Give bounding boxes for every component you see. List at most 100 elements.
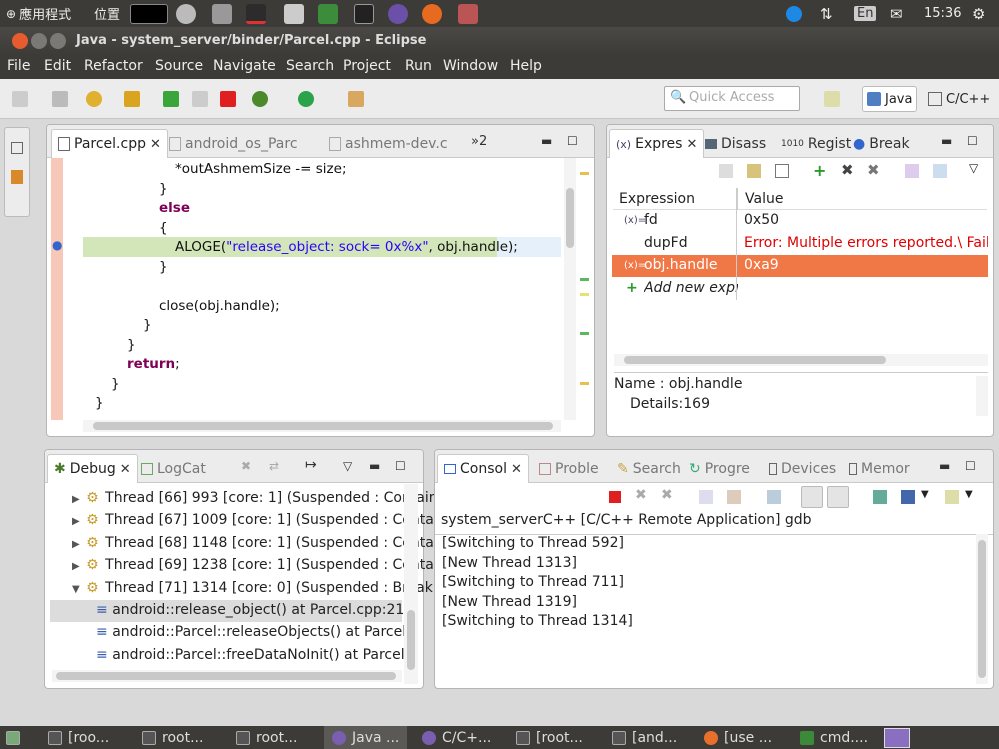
maximize-icon[interactable]: ☐	[967, 134, 978, 148]
overview-marker[interactable]	[580, 278, 589, 281]
mail-icon[interactable]: ✉	[890, 0, 903, 27]
menu-file[interactable]: File	[7, 58, 30, 74]
overview-marker[interactable]	[580, 382, 589, 385]
overview-marker[interactable]	[580, 332, 589, 335]
menu-refactor[interactable]: Refactor	[84, 58, 143, 74]
resume-icon[interactable]	[163, 91, 179, 107]
stack-frame-row[interactable]: ≡ android::Parcel::freeDataNoInit() at P…	[96, 647, 417, 669]
menu-edit[interactable]: Edit	[44, 58, 71, 74]
thread-row[interactable]: ▶ ⚙ Thread [66] 993 [core: 1] (Suspended…	[72, 490, 438, 512]
collapse-all-icon[interactable]	[775, 164, 789, 178]
workspace-switcher[interactable]	[884, 726, 910, 749]
close-tab-icon[interactable]: ✕	[511, 462, 522, 477]
scroll-thumb[interactable]	[93, 422, 553, 430]
dropdown-arrow-icon[interactable]: ▼	[965, 489, 973, 500]
tools-launcher-icon[interactable]	[212, 0, 232, 27]
menu-search[interactable]: Search	[286, 58, 334, 74]
thread-row[interactable]: ▶ ⚙ Thread [69] 1238 [core: 1] (Suspende…	[72, 557, 438, 579]
scroll-thumb[interactable]	[978, 540, 986, 678]
open-perspective-icon[interactable]	[824, 91, 840, 107]
expression-row-obj-handle[interactable]: (x)= obj.handle 0xa9	[612, 255, 988, 277]
terminate-icon[interactable]	[220, 91, 236, 107]
view-menu-icon[interactable]: ▽	[969, 161, 978, 175]
minimize-icon[interactable]: ▬	[939, 459, 950, 473]
calculator-launcher-icon[interactable]	[284, 0, 304, 27]
tab-breakpoints[interactable]: ● Break	[847, 129, 916, 158]
tab-overflow-indicator[interactable]: »2	[471, 134, 487, 149]
clock[interactable]: 15:36	[924, 0, 961, 27]
close-tab-icon[interactable]: ✕	[150, 137, 161, 152]
tab-disassembly[interactable]: Disass	[699, 129, 772, 158]
suspend-icon[interactable]	[192, 91, 208, 107]
clear-console-icon[interactable]	[699, 490, 713, 504]
thread-row[interactable]: ▶ ⚙ Thread [67] 1009 [core: 1] (Suspende…	[72, 512, 438, 534]
taskbar-window[interactable]: [and...	[612, 726, 677, 749]
menu-project[interactable]: Project	[343, 58, 391, 74]
menu-help[interactable]: Help	[510, 58, 542, 74]
quick-access-input[interactable]: 🔍 Quick Access	[664, 86, 800, 111]
stack-frame-row[interactable]: ≡ android::release_object() at Parcel.cp…	[96, 602, 413, 624]
export-icon[interactable]	[933, 164, 947, 178]
tab-expressions[interactable]: (x) Expres ✕	[609, 129, 705, 158]
overview-marker[interactable]	[580, 293, 589, 296]
maximize-icon[interactable]: ☐	[567, 134, 578, 148]
remove-all-terminated-icon[interactable]: ✖	[661, 487, 673, 503]
view-menu-icon[interactable]: ▽	[343, 459, 352, 473]
column-value-header[interactable]: Value	[745, 191, 783, 207]
scroll-thumb[interactable]	[56, 672, 396, 680]
terminal-launcher-icon[interactable]	[130, 0, 168, 27]
minimize-icon[interactable]: ▬	[541, 134, 552, 148]
minimize-icon[interactable]: ▬	[369, 459, 380, 473]
restore-view-icon[interactable]	[11, 142, 23, 154]
pin-console-icon[interactable]	[873, 490, 887, 504]
breakpoint-icon[interactable]: ●	[52, 238, 62, 252]
show-console-stdout-icon[interactable]	[801, 486, 823, 508]
run-icon[interactable]	[298, 91, 314, 107]
scroll-thumb[interactable]	[566, 188, 574, 248]
column-divider[interactable]	[737, 188, 738, 210]
tab-debug[interactable]: ✱ Debug ✕	[47, 454, 138, 483]
editor-horizontal-scrollbar[interactable]	[83, 420, 561, 432]
taskbar-window[interactable]: root...	[142, 726, 203, 749]
expand-arrow-icon[interactable]: ▶	[72, 516, 80, 527]
import-icon[interactable]	[905, 164, 919, 178]
console-launcher-icon[interactable]	[354, 0, 374, 27]
tab-parcel-cpp[interactable]: Parcel.cpp ✕	[51, 129, 168, 158]
scroll-lock-icon[interactable]	[727, 490, 741, 504]
remove-all-icon[interactable]: ✖	[867, 161, 880, 179]
taskbar-window[interactable]: [roo...	[48, 726, 109, 749]
editor-vertical-scrollbar[interactable]	[564, 158, 576, 420]
console-vertical-scrollbar[interactable]	[976, 534, 988, 684]
show-desktop-button[interactable]	[6, 726, 20, 749]
menu-window[interactable]: Window	[443, 58, 498, 74]
taskbar-window[interactable]: cmd....	[800, 726, 868, 749]
connect-icon[interactable]: ⇄	[269, 459, 279, 473]
taskbar-window[interactable]: [root...	[516, 726, 583, 749]
taskbar-window[interactable]: C/C+...	[422, 726, 491, 749]
collapse-arrow-icon[interactable]: ▼	[72, 584, 80, 595]
maximize-icon[interactable]: ☐	[395, 459, 406, 473]
tab-memory[interactable]: Memor	[843, 454, 916, 483]
tab-android-os-parcel[interactable]: android_os_Parc	[163, 129, 304, 158]
step-into-icon[interactable]	[124, 91, 140, 107]
perspective-cpp[interactable]: C/C++	[924, 86, 994, 112]
close-tab-icon[interactable]: ✕	[120, 462, 131, 477]
new-icon[interactable]	[12, 91, 28, 107]
taskbar-window[interactable]: [use ...	[704, 726, 772, 749]
expressions-horizontal-scrollbar[interactable]	[614, 354, 988, 366]
add-expression-icon[interactable]: +	[813, 161, 826, 180]
monitor-launcher-icon[interactable]	[246, 0, 266, 27]
step-filters-icon[interactable]: ↦	[305, 457, 317, 473]
power-gear-icon[interactable]: ⚙	[972, 0, 985, 27]
maximize-window-button[interactable]	[50, 33, 66, 49]
tab-progress[interactable]: ↻ Progre	[683, 454, 756, 483]
maximize-icon[interactable]: ☐	[965, 459, 976, 473]
expand-arrow-icon[interactable]: ▶	[72, 561, 80, 572]
show-logical-structure-icon[interactable]	[747, 164, 761, 178]
tab-registers[interactable]: 1010 Regist	[775, 129, 857, 158]
close-window-button[interactable]	[12, 33, 28, 49]
thread-row[interactable]: ▶ ⚙ Thread [68] 1148 [core: 1] (Suspende…	[72, 535, 438, 557]
remove-expression-icon[interactable]: ✖	[841, 161, 854, 179]
debug-icon[interactable]	[252, 91, 268, 107]
perspective-java[interactable]: Java	[862, 86, 918, 112]
